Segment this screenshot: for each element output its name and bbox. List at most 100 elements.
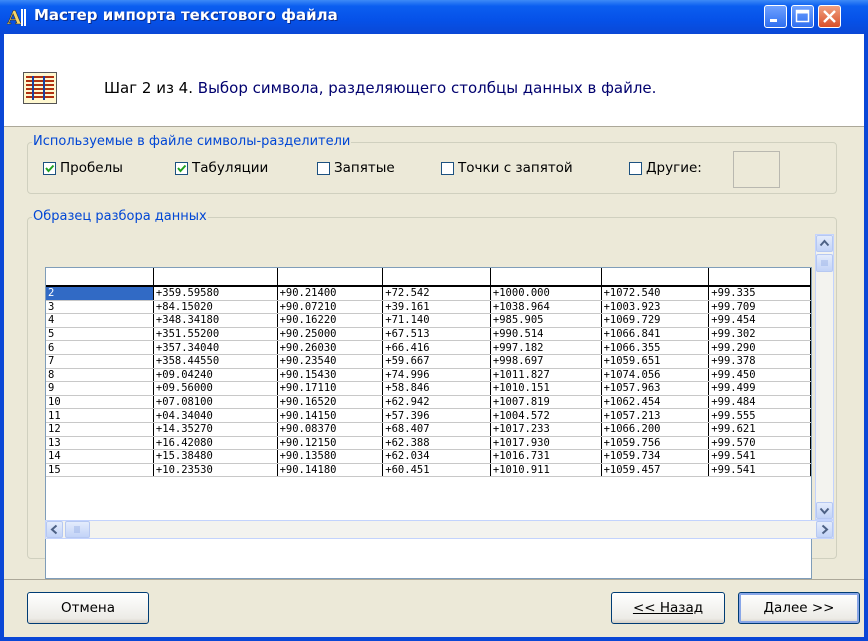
minimize-button[interactable] [764,5,787,28]
spaces-checkbox-box[interactable] [43,161,56,175]
table-cell[interactable]: +1066.355 [601,340,710,355]
table-cell[interactable]: +997.182 [490,340,602,355]
table-cell[interactable]: +1072.540 [601,286,710,301]
table-cell[interactable]: +90.16220 [277,313,384,328]
table-cell[interactable]: +1062.454 [601,395,710,410]
table-cell[interactable]: +10.23530 [153,463,278,478]
table-cell[interactable]: +66.416 [382,340,491,355]
table-cell[interactable]: +90.07210 [277,300,384,315]
scroll-down-button[interactable] [816,502,833,519]
table-cell[interactable]: +99.709 [708,300,811,315]
row-number-cell[interactable]: 5 [46,327,154,342]
table-cell[interactable]: +351.55200 [153,327,278,342]
close-button[interactable] [818,5,841,28]
table-cell[interactable]: +09.56000 [153,381,278,396]
table-cell[interactable]: +99.555 [708,408,811,423]
table-cell[interactable]: +99.541 [708,463,811,478]
table-cell[interactable]: +59.667 [382,354,491,369]
row-number-cell[interactable]: 3 [46,300,154,315]
title-bar[interactable]: A Мастер импорта текстового файла [0,0,868,34]
table-cell[interactable]: +358.44550 [153,354,278,369]
table-cell[interactable]: +90.15430 [277,368,384,383]
table-cell[interactable]: +1059.756 [601,436,710,451]
table-cell[interactable]: +90.23540 [277,354,384,369]
table-cell[interactable]: +90.13580 [277,449,384,464]
scroll-up-button[interactable] [816,235,833,252]
semicolons-checkbox-box[interactable] [441,161,454,175]
tabs-checkbox[interactable]: Табуляции [175,159,268,177]
table-cell[interactable]: +07.08100 [153,395,278,410]
back-button[interactable]: << Назад [611,592,725,624]
maximize-button[interactable] [791,5,814,28]
table-cell[interactable]: +90.25000 [277,327,384,342]
tabs-checkbox-box[interactable] [175,161,188,175]
other-delimiter-input[interactable] [733,151,780,188]
column-header[interactable] [490,268,602,287]
table-cell[interactable]: +99.290 [708,340,811,355]
table-cell[interactable]: +99.302 [708,327,811,342]
row-number-cell[interactable]: 11 [46,408,154,423]
table-cell[interactable]: +04.34040 [153,408,278,423]
column-header[interactable] [708,268,811,287]
table-cell[interactable]: +359.59580 [153,286,278,301]
row-number-cell[interactable]: 14 [46,449,154,464]
table-cell[interactable]: +90.14180 [277,463,384,478]
table-cell[interactable]: +1038.964 [490,300,602,315]
table-cell[interactable]: +985.905 [490,313,602,328]
table-cell[interactable]: +1069.729 [601,313,710,328]
table-cell[interactable]: +67.513 [382,327,491,342]
table-cell[interactable]: +57.396 [382,408,491,423]
table-cell[interactable]: +62.942 [382,395,491,410]
row-number-cell[interactable]: 6 [46,340,154,355]
commas-checkbox-box[interactable] [317,161,330,175]
table-cell[interactable]: +1000.000 [490,286,602,301]
row-number-cell[interactable]: 9 [46,381,154,396]
vertical-scrollbar[interactable] [815,234,834,520]
row-number-cell[interactable]: 13 [46,436,154,451]
table-cell[interactable]: +62.034 [382,449,491,464]
cancel-button[interactable]: Отмена [27,592,149,624]
table-cell[interactable]: +71.140 [382,313,491,328]
table-cell[interactable]: +99.621 [708,422,811,437]
table-cell[interactable]: +1066.841 [601,327,710,342]
table-cell[interactable]: +74.996 [382,368,491,383]
table-cell[interactable]: +1017.233 [490,422,602,437]
table-cell[interactable]: +90.12150 [277,436,384,451]
table-cell[interactable]: +72.542 [382,286,491,301]
scroll-left-button[interactable] [46,521,63,538]
table-cell[interactable]: +09.04240 [153,368,278,383]
row-number-cell[interactable]: 15 [46,463,154,478]
table-cell[interactable]: +60.451 [382,463,491,478]
table-cell[interactable]: +99.499 [708,381,811,396]
table-cell[interactable]: +58.846 [382,381,491,396]
column-header[interactable] [277,268,384,287]
table-cell[interactable]: +99.484 [708,395,811,410]
table-cell[interactable]: +1059.651 [601,354,710,369]
table-cell[interactable]: +68.407 [382,422,491,437]
table-cell[interactable]: +99.335 [708,286,811,301]
semicolons-checkbox[interactable]: Точки с запятой [441,159,573,177]
commas-checkbox[interactable]: Запятые [317,159,395,177]
table-cell[interactable]: +99.450 [708,368,811,383]
table-cell[interactable]: +1011.827 [490,368,602,383]
table-cell[interactable]: +90.17110 [277,381,384,396]
table-cell[interactable]: +1007.819 [490,395,602,410]
other-checkbox-box[interactable] [629,161,642,175]
table-cell[interactable]: +90.14150 [277,408,384,423]
table-cell[interactable]: +1016.731 [490,449,602,464]
table-cell[interactable]: +99.454 [708,313,811,328]
table-cell[interactable]: +99.378 [708,354,811,369]
table-cell[interactable]: +90.26030 [277,340,384,355]
table-cell[interactable]: +1059.734 [601,449,710,464]
table-cell[interactable]: +1057.963 [601,381,710,396]
column-header[interactable] [382,268,491,287]
table-cell[interactable]: +1010.151 [490,381,602,396]
table-cell[interactable]: +1003.923 [601,300,710,315]
table-cell[interactable]: +90.16520 [277,395,384,410]
scroll-right-button[interactable] [816,521,833,538]
table-cell[interactable]: +15.38480 [153,449,278,464]
table-cell[interactable]: +62.388 [382,436,491,451]
spaces-checkbox[interactable]: Пробелы [43,159,123,177]
table-cell[interactable]: +39.161 [382,300,491,315]
table-cell[interactable]: +1017.930 [490,436,602,451]
